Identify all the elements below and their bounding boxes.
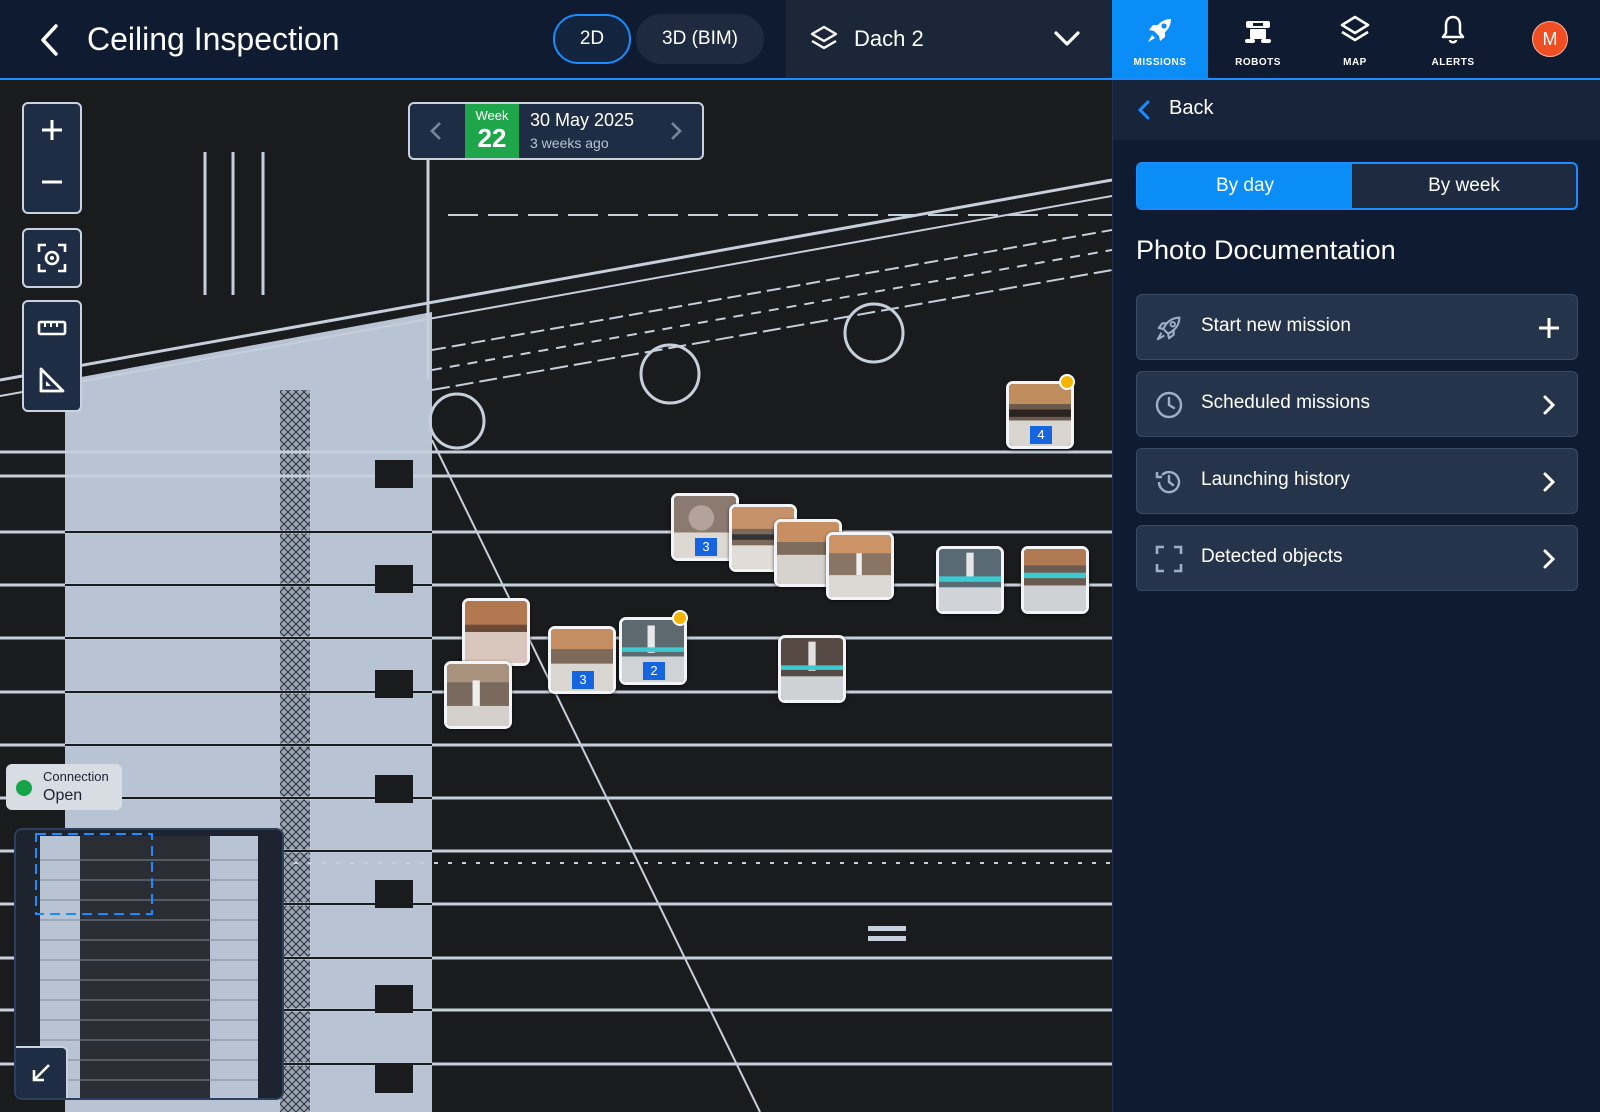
- nav-map-label: MAP: [1343, 57, 1367, 68]
- week-number: 22: [477, 123, 507, 153]
- photo-count-badge: 4: [1030, 426, 1052, 444]
- week-next-button[interactable]: [650, 104, 702, 158]
- photo-marker[interactable]: 2: [619, 617, 687, 685]
- minimap-expand-button[interactable]: [16, 1046, 68, 1098]
- photo-marker[interactable]: [936, 546, 1004, 614]
- week-date: 30 May 2025: [530, 110, 635, 130]
- photo-thumbnail: [781, 638, 843, 700]
- area-measure-button[interactable]: [24, 354, 80, 406]
- start-new-mission-button[interactable]: Start new mission: [1136, 294, 1578, 360]
- photo-thumbnail: [1024, 549, 1086, 611]
- photo-thumbnail: [465, 601, 527, 663]
- chevron-down-icon: [1052, 24, 1082, 59]
- photo-thumbnail: [939, 549, 1001, 611]
- nav-map[interactable]: MAP: [1307, 0, 1403, 78]
- chevron-right-icon: [1535, 391, 1563, 419]
- week-label: Week: [475, 108, 509, 123]
- photo-marker[interactable]: [1021, 546, 1089, 614]
- week-navigator: Week 22 30 May 2025 3 weeks ago: [408, 102, 704, 160]
- zoom-out-button[interactable]: [24, 156, 80, 208]
- recenter-button[interactable]: [24, 230, 80, 286]
- scheduled-missions-button[interactable]: Scheduled missions: [1136, 371, 1578, 437]
- history-icon: [1153, 466, 1185, 498]
- view-2d-toggle[interactable]: 2D: [553, 14, 631, 64]
- layers-icon: [1337, 12, 1373, 48]
- nav-missions[interactable]: MISSIONS: [1112, 0, 1208, 78]
- photo-count-badge: 3: [572, 671, 594, 689]
- scan-frame-icon: [1153, 543, 1185, 575]
- measure-controls: [22, 300, 82, 412]
- level-select-value: Dach 2: [854, 26, 924, 51]
- photo-thumbnail: [447, 664, 509, 726]
- arrow-down-left-icon: [32, 1064, 50, 1082]
- connection-label: Connection: [43, 769, 109, 784]
- photo-status-dot: [1059, 374, 1075, 390]
- panel-back-button[interactable]: Back: [1113, 80, 1600, 140]
- chevron-right-icon: [1535, 468, 1563, 496]
- robot-icon: [1240, 12, 1276, 48]
- avatar[interactable]: M: [1532, 21, 1568, 57]
- photo-thumbnail: [829, 535, 891, 597]
- photo-marker[interactable]: [826, 532, 894, 600]
- floor-plan-map[interactable]: Week 22 30 May 2025 3 weeks ago 4 3 3 2 …: [0, 80, 1112, 1112]
- panel-back-label: Back: [1169, 97, 1214, 119]
- top-bar: Ceiling Inspection 2D 3D (BIM) Dach 2 MI…: [0, 0, 1600, 80]
- photo-marker[interactable]: [462, 598, 530, 666]
- clock-icon: [1153, 389, 1185, 421]
- connection-status: Connection Open: [6, 764, 122, 810]
- nav-alerts[interactable]: ALERTS: [1405, 0, 1501, 78]
- chevron-left-icon: [1137, 100, 1151, 125]
- ruler-icon: [37, 320, 67, 336]
- set-square-icon: [39, 367, 65, 393]
- tab-by-day[interactable]: By day: [1138, 164, 1352, 208]
- panel-heading: Photo Documentation: [1136, 235, 1396, 265]
- focus-target-icon: [37, 243, 67, 273]
- chevron-right-icon: [1535, 545, 1563, 573]
- photo-marker[interactable]: 4: [1006, 381, 1074, 449]
- rocket-icon: [1153, 312, 1185, 344]
- photo-count-badge: 3: [695, 538, 717, 556]
- back-chevron-icon[interactable]: [32, 20, 66, 60]
- nav-robots-label: ROBOTS: [1235, 57, 1281, 68]
- level-select[interactable]: Dach 2: [786, 0, 1112, 78]
- rocket-icon: [1142, 12, 1178, 48]
- chevron-right-icon: [671, 122, 682, 140]
- minus-icon: [42, 180, 62, 184]
- zoom-controls: [22, 102, 82, 214]
- week-badge: Week 22: [465, 104, 519, 158]
- ruler-button[interactable]: [24, 302, 80, 354]
- connection-status-dot: [16, 780, 32, 796]
- nav-alerts-label: ALERTS: [1431, 57, 1475, 68]
- connection-value: Open: [43, 787, 83, 804]
- app-root: Ceiling Inspection 2D 3D (BIM) Dach 2 MI…: [0, 0, 1600, 1112]
- week-prev-button[interactable]: [410, 104, 462, 158]
- missions-panel: Back By day By week Photo Documentation …: [1112, 80, 1600, 1112]
- page-title: Ceiling Inspection: [87, 21, 340, 57]
- view-3d-toggle[interactable]: 3D (BIM): [636, 14, 764, 64]
- layers-icon: [810, 24, 838, 59]
- minimap[interactable]: [14, 828, 284, 1100]
- menu-item-label: Launching history: [1201, 469, 1350, 490]
- photo-marker[interactable]: [778, 635, 846, 703]
- photo-marker[interactable]: 3: [548, 626, 616, 694]
- tab-by-week[interactable]: By week: [1352, 164, 1576, 208]
- photo-marker[interactable]: [444, 661, 512, 729]
- focus-controls: [22, 228, 82, 288]
- menu-item-label: Start new mission: [1201, 315, 1351, 336]
- plus-icon: [1535, 314, 1563, 342]
- launching-history-button[interactable]: Launching history: [1136, 448, 1578, 514]
- plus-icon: [42, 120, 62, 140]
- zoom-in-button[interactable]: [24, 104, 80, 156]
- menu-item-label: Scheduled missions: [1201, 392, 1370, 413]
- period-toggle: By day By week: [1136, 162, 1578, 210]
- photo-status-dot: [672, 610, 688, 626]
- bell-icon: [1435, 12, 1471, 48]
- detected-objects-button[interactable]: Detected objects: [1136, 525, 1578, 591]
- photo-count-badge: 2: [643, 662, 665, 680]
- week-relative: 3 weeks ago: [530, 135, 609, 151]
- chevron-left-icon: [430, 122, 441, 140]
- nav-missions-label: MISSIONS: [1133, 57, 1187, 68]
- nav-robots[interactable]: ROBOTS: [1210, 0, 1306, 78]
- menu-item-label: Detected objects: [1201, 546, 1343, 567]
